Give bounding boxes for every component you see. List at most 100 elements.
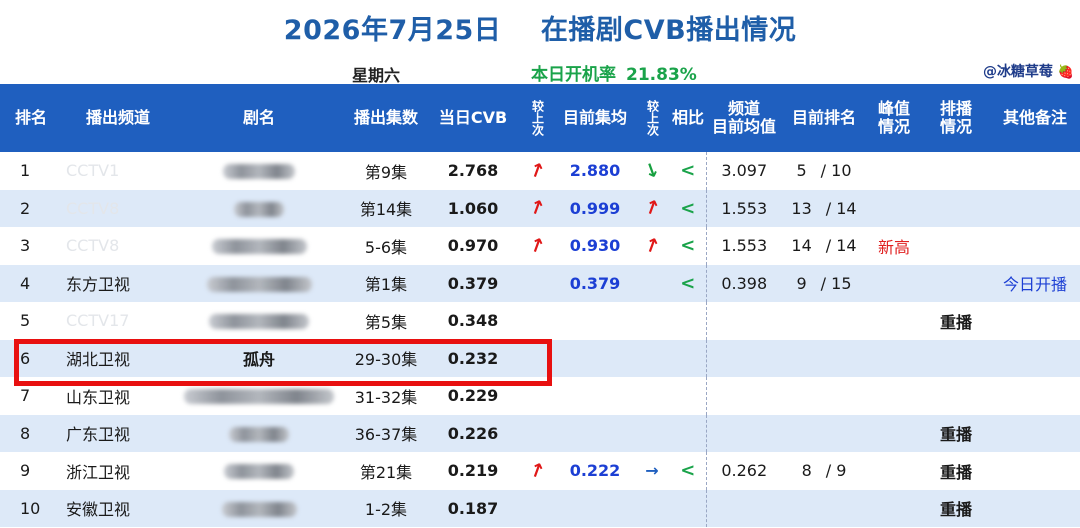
current-rank-cell: 13 / 14 (782, 189, 866, 227)
peak-cell (866, 189, 922, 227)
sched-cell: 重播 (922, 302, 990, 340)
compare-cell (670, 489, 707, 527)
rank-total: / 15 (820, 273, 852, 293)
current-rank-value: 14 (791, 236, 812, 256)
channel-cell: CCTV1 (62, 152, 174, 190)
avg-cell: 0.222 (556, 452, 634, 490)
ratings-table: 排名 播出频道 剧名 播出集数 当日CVB 较上次 目前集均 较上次 相比 频道… (0, 84, 1080, 527)
rank-cell: 1 (0, 152, 62, 190)
compare-cell (670, 377, 707, 415)
rank-cell: 7 (0, 377, 62, 415)
episodes-cell: 第21集 (344, 452, 428, 490)
channel-avg-cell (706, 377, 782, 415)
drama-name-blurred (206, 276, 312, 292)
table-row: 6 湖北卫视 孤舟 29-30集 0.232 (0, 339, 1080, 377)
note-cell (990, 302, 1080, 340)
trend-cell-2 (634, 414, 670, 452)
drama-cell (174, 452, 344, 490)
col-episodes: 播出集数 (344, 84, 428, 152)
channel-cell: 东方卫视 (62, 264, 174, 302)
current-rank-value: 13 (791, 198, 812, 218)
compare-cell: < (670, 189, 707, 227)
note-cell (990, 377, 1080, 415)
drama-cell (174, 189, 344, 227)
trend-cell-1 (518, 377, 556, 415)
rank-cell: 8 (0, 414, 62, 452)
trend-cell-2 (634, 489, 670, 527)
peak-cell (866, 377, 922, 415)
trend-cell-1 (518, 339, 556, 377)
peak-cell (866, 452, 922, 490)
channel-cell: 浙江卫视 (62, 452, 174, 490)
table-row: 8 广东卫视 36-37集 0.226 重播 (0, 414, 1080, 452)
drama-name-blurred (229, 426, 289, 442)
boot-rate: 本日开机率 21.83% (531, 60, 697, 85)
cvb-cell: 0.970 (428, 227, 518, 265)
arrow-up-icon: ↑ (525, 157, 549, 184)
weekday-label: 星期六 (352, 66, 401, 85)
trend-cell-1: ↑ (518, 452, 556, 490)
trend-cell-2: ↓ (634, 152, 670, 190)
arrow-up-icon: ↑ (640, 195, 664, 222)
compare-cell: < (670, 452, 707, 490)
note-cell (990, 414, 1080, 452)
current-rank-cell (782, 302, 866, 340)
peak-cell (866, 264, 922, 302)
arrow-up-icon: ↑ (525, 232, 549, 259)
current-rank-cell (782, 489, 866, 527)
col-channel-avg: 频道 目前均值 (706, 84, 782, 152)
compare-cell (670, 414, 707, 452)
rank-cell: 6 (0, 339, 62, 377)
author-tag: @冰糖草莓 🍓 (983, 61, 1074, 81)
trend-cell-1 (518, 264, 556, 302)
col-channel-avg-line2: 目前均值 (711, 117, 776, 136)
arrow-up-icon: ↑ (640, 232, 664, 259)
trend-cell-1: ↑ (518, 227, 556, 265)
episodes-cell: 29-30集 (344, 339, 428, 377)
drama-cell (174, 377, 344, 415)
current-rank-cell: 9 / 15 (782, 264, 866, 302)
boot-rate-label: 本日开机率 (531, 65, 616, 85)
compare-cell: < (670, 264, 707, 302)
sched-cell (922, 189, 990, 227)
arrow-right-icon: → (645, 461, 659, 481)
avg-cell (556, 414, 634, 452)
author-name: @冰糖草莓 (982, 64, 1053, 80)
channel-cell: CCTV17 (62, 302, 174, 340)
avg-cell (556, 339, 634, 377)
avg-cell: 0.379 (556, 264, 634, 302)
boot-rate-value: 21.83% (626, 65, 697, 85)
trend-cell-2 (634, 264, 670, 302)
arrow-up-icon: ↑ (525, 457, 549, 484)
rank-cell: 10 (0, 489, 62, 527)
compare-cell: < (670, 227, 707, 265)
arrow-down-icon: ↓ (640, 157, 664, 184)
col-peak: 峰值 情况 (866, 84, 922, 152)
col-channel-avg-line1: 频道 (727, 99, 760, 118)
sched-cell: 重播 (922, 489, 990, 527)
episodes-cell: 第9集 (344, 152, 428, 190)
episodes-cell: 31-32集 (344, 377, 428, 415)
sched-cell (922, 377, 990, 415)
drama-cell (174, 489, 344, 527)
cvb-cell: 0.348 (428, 302, 518, 340)
current-rank-cell (782, 377, 866, 415)
current-rank-cell (782, 414, 866, 452)
episodes-cell: 36-37集 (344, 414, 428, 452)
table-header-row: 排名 播出频道 剧名 播出集数 当日CVB 较上次 目前集均 较上次 相比 频道… (0, 84, 1080, 152)
current-rank-cell: 8 / 9 (782, 452, 866, 490)
drama-cell (174, 414, 344, 452)
col-vs-prev-2: 较上次 (634, 84, 670, 152)
cvb-cell: 2.768 (428, 152, 518, 190)
drama-cell: 孤舟 (174, 339, 344, 377)
channel-avg-cell: 0.262 (706, 452, 782, 490)
cvb-cell: 0.232 (428, 339, 518, 377)
avg-cell: 0.999 (556, 189, 634, 227)
col-vs-prev-1: 较上次 (518, 84, 556, 152)
drama-name-blurred (221, 501, 297, 517)
trend-cell-1 (518, 414, 556, 452)
channel-cell: 山东卫视 (62, 377, 174, 415)
channel-cell: 湖北卫视 (62, 339, 174, 377)
sched-cell (922, 264, 990, 302)
strawberry-icon: 🍓 (1057, 65, 1074, 80)
